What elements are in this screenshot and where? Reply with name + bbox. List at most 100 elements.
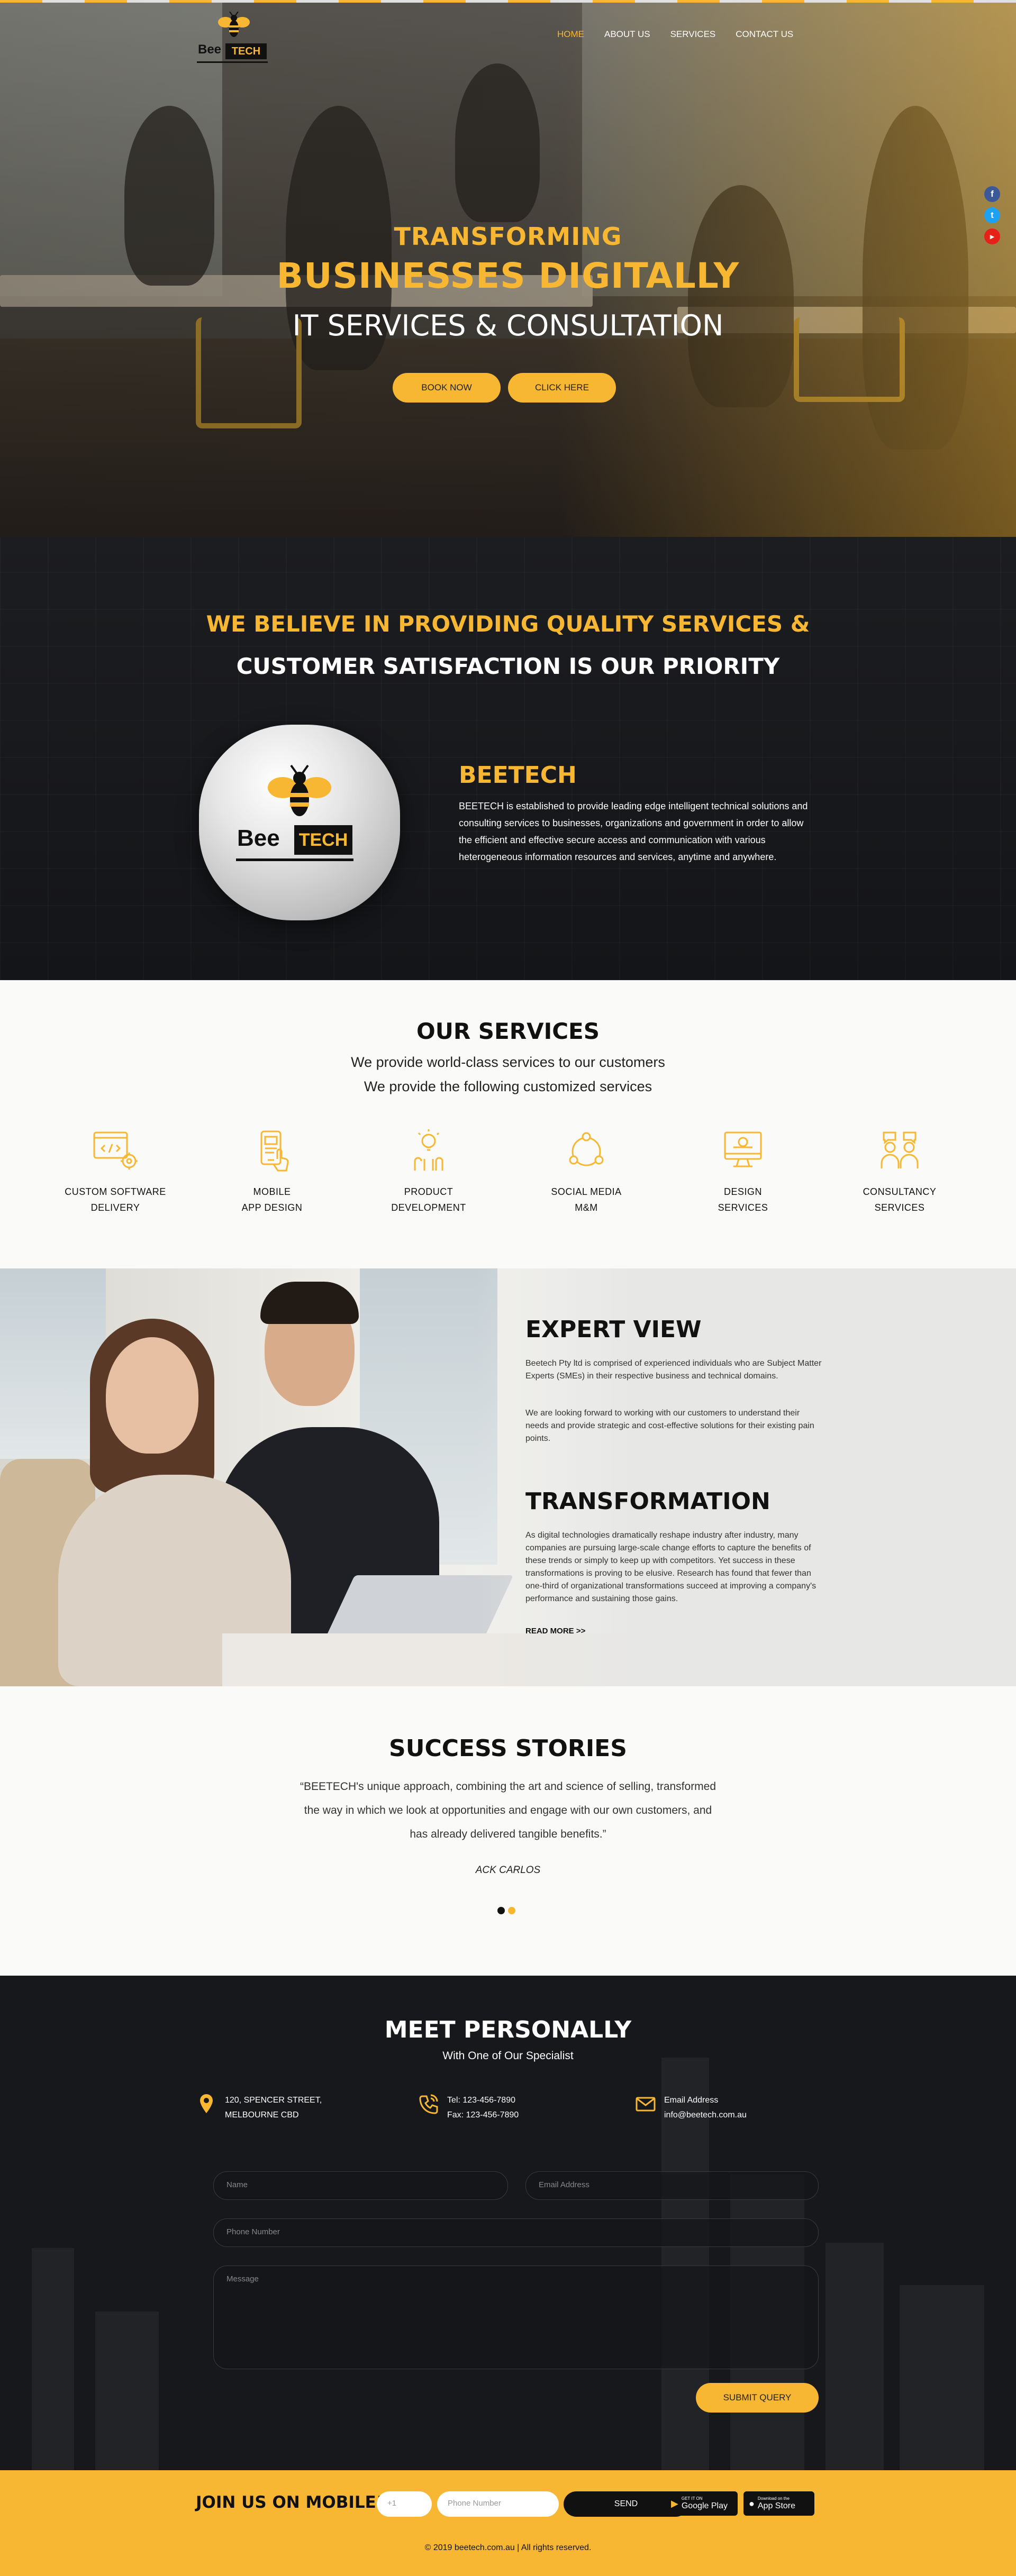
mobile-touch-icon bbox=[260, 1130, 289, 1172]
carousel-dot-active[interactable] bbox=[497, 1907, 505, 1914]
bee-icon bbox=[218, 12, 250, 37]
service-product-development[interactable]: PRODUCT DEVELOPMENT bbox=[370, 1128, 487, 1216]
app-store-button[interactable]: ● Download on the App Store bbox=[743, 2491, 814, 2516]
name-field[interactable]: Name bbox=[213, 2171, 508, 2200]
sphere-logo-underline bbox=[236, 858, 353, 861]
about-bg-texture bbox=[0, 537, 1016, 980]
phone-tel: Tel: 123-456-7890 bbox=[447, 2096, 515, 2105]
sphere-logo-bee: Bee bbox=[237, 825, 280, 851]
city-bg-building bbox=[826, 2243, 884, 2470]
testimonial-quote: “BEETECH's unique approach, combining th… bbox=[300, 1780, 716, 1840]
mobile-phone-input[interactable]: Phone Number bbox=[437, 2491, 559, 2517]
message-field[interactable]: Message bbox=[213, 2266, 819, 2369]
address-line-1: 120, SPENCER STREET, bbox=[225, 2096, 322, 2105]
design-monitor-icon bbox=[724, 1131, 762, 1167]
submit-query-button[interactable]: SUBMIT QUERY bbox=[696, 2383, 819, 2413]
about-title: BEETECH bbox=[459, 762, 577, 789]
believe-heading-1: WE BELIEVE IN PROVIDING QUALITY SERVICES… bbox=[206, 611, 810, 637]
expert-section: EXPERT VIEW Beetech Pty ltd is comprised… bbox=[0, 1268, 1016, 1686]
service-label: DESIGN SERVICES bbox=[718, 1186, 768, 1213]
success-title: SUCCESS STORIES bbox=[389, 1735, 627, 1762]
testimonial-author: ACK CARLOS bbox=[475, 1865, 541, 1876]
nav-about-us[interactable]: ABOUT US bbox=[604, 29, 650, 40]
contact-title: MEET PERSONALLY bbox=[384, 2016, 632, 2043]
nav-contact-us[interactable]: CONTACT US bbox=[736, 29, 793, 40]
product-bulb-icon bbox=[414, 1129, 443, 1171]
footer: JOIN US ON MOBILE! +1 Phone Number SEND … bbox=[0, 2470, 1016, 2576]
service-label: SOCIAL MEDIA M&M bbox=[551, 1186, 622, 1213]
apple-icon: ● bbox=[749, 2498, 755, 2509]
service-label: MOBILE APP DESIGN bbox=[241, 1186, 303, 1213]
read-more-link[interactable]: READ MORE >> bbox=[525, 1627, 585, 1636]
twitter-icon[interactable]: t bbox=[984, 207, 1000, 223]
email-label: Email Address bbox=[664, 2096, 719, 2105]
software-gear-icon bbox=[93, 1131, 138, 1170]
services-subtitle-1: We provide world-class services to our c… bbox=[351, 1054, 665, 1070]
transformation-title: TRANSFORMATION bbox=[525, 1488, 770, 1515]
contact-section: MEET PERSONALLY With One of Our Speciali… bbox=[0, 1976, 1016, 2470]
contact-phone: Tel: 123-456-7890 Fax: 123-456-7890 bbox=[418, 2093, 577, 2125]
transformation-para: As digital technologies dramatically res… bbox=[525, 1531, 817, 1603]
hero-line-1: TRANSFORMING bbox=[394, 222, 622, 251]
service-custom-software[interactable]: CUSTOM SOFTWARE DELIVERY bbox=[57, 1128, 174, 1216]
facebook-icon[interactable]: f bbox=[984, 186, 1000, 202]
email-address[interactable]: info@beetech.com.au bbox=[664, 2108, 747, 2123]
photo-woman-head bbox=[106, 1337, 198, 1454]
expert-para-2: We are looking forward to working with o… bbox=[525, 1409, 814, 1443]
google-play-icon: ▶ bbox=[671, 2498, 678, 2509]
click-here-button[interactable]: CLICK HERE bbox=[508, 373, 616, 403]
join-mobile-heading: JOIN US ON MOBILE! bbox=[196, 2493, 384, 2512]
hero-top-stripe bbox=[0, 0, 1016, 3]
location-pin-icon bbox=[200, 2094, 213, 2113]
hero-section: Bee TECH HOME ABOUT US SERVICES CONTACT … bbox=[0, 0, 1016, 537]
city-bg-building bbox=[95, 2312, 159, 2470]
service-social-media[interactable]: SOCIAL MEDIA M&M bbox=[528, 1128, 645, 1216]
photo-man-hair bbox=[260, 1282, 359, 1324]
consultancy-people-icon bbox=[881, 1131, 919, 1168]
logo[interactable]: Bee TECH bbox=[197, 12, 271, 63]
about-section: WE BELIEVE IN PROVIDING QUALITY SERVICES… bbox=[0, 537, 1016, 980]
carousel-dot[interactable] bbox=[508, 1907, 515, 1914]
service-label: CUSTOM SOFTWARE DELIVERY bbox=[65, 1186, 166, 1213]
book-now-button[interactable]: BOOK NOW bbox=[393, 373, 501, 403]
country-code-input[interactable]: +1 bbox=[377, 2491, 432, 2517]
nav-home[interactable]: HOME bbox=[557, 29, 584, 40]
hero-line-3: IT SERVICES & CONSULTATION bbox=[292, 309, 724, 342]
contact-address: 120, SPENCER STREET, MELBOURNE CBD bbox=[196, 2093, 355, 2125]
believe-heading-2: CUSTOMER SATISFACTION IS OUR PRIORITY bbox=[236, 653, 780, 679]
social-network-icon bbox=[569, 1132, 604, 1166]
sphere-logo-tech: TECH bbox=[294, 825, 352, 855]
logo-text-tech: TECH bbox=[225, 43, 267, 59]
services-title: OUR SERVICES bbox=[416, 1018, 600, 1044]
service-label: CONSULTANCY SERVICES bbox=[863, 1186, 937, 1213]
about-text: BEETECH is established to provide leadin… bbox=[459, 801, 808, 862]
services-subtitle-2: We provide the following customized serv… bbox=[364, 1079, 652, 1094]
service-consultancy[interactable]: CONSULTANCY SERVICES bbox=[841, 1128, 958, 1216]
address-line-2: MELBOURNE CBD bbox=[225, 2111, 299, 2120]
contact-subtitle: With One of Our Specialist bbox=[442, 2050, 574, 2062]
success-section: SUCCESS STORIES “BEETECH's unique approa… bbox=[0, 1686, 1016, 1976]
phone-field[interactable]: Phone Number bbox=[213, 2218, 819, 2247]
bee-icon bbox=[268, 764, 331, 816]
phone-icon bbox=[419, 2094, 438, 2114]
email-field[interactable]: Email Address bbox=[525, 2171, 819, 2200]
contact-email: Email Address info@beetech.com.au bbox=[635, 2093, 794, 2125]
service-design[interactable]: DESIGN SERVICES bbox=[685, 1128, 801, 1216]
beetech-sphere-logo: Bee TECH bbox=[199, 725, 400, 920]
city-bg-building bbox=[900, 2285, 984, 2470]
services-section: OUR SERVICES We provide world-class serv… bbox=[0, 980, 1016, 1268]
phone-fax: Fax: 123-456-7890 bbox=[447, 2111, 519, 2120]
main-nav: HOME ABOUT US SERVICES CONTACT US bbox=[557, 29, 813, 40]
city-bg-building bbox=[32, 2248, 74, 2470]
nav-services[interactable]: SERVICES bbox=[670, 29, 716, 40]
service-label: PRODUCT DEVELOPMENT bbox=[391, 1186, 466, 1213]
service-mobile-app[interactable]: MOBILE APP DESIGN bbox=[214, 1128, 330, 1216]
expert-para-1: Beetech Pty ltd is comprised of experien… bbox=[525, 1359, 822, 1381]
google-play-button[interactable]: ▶ GET IT ON Google Play bbox=[666, 2491, 738, 2516]
copyright: © 2019 beetech.com.au | All rights reser… bbox=[424, 2543, 592, 2552]
logo-text-bee: Bee bbox=[198, 42, 222, 57]
carousel-dots bbox=[497, 1907, 515, 1914]
hero-line-2: BUSINESSES DIGITALLY bbox=[276, 255, 740, 296]
logo-underline bbox=[197, 61, 268, 63]
email-icon bbox=[636, 2097, 656, 2112]
